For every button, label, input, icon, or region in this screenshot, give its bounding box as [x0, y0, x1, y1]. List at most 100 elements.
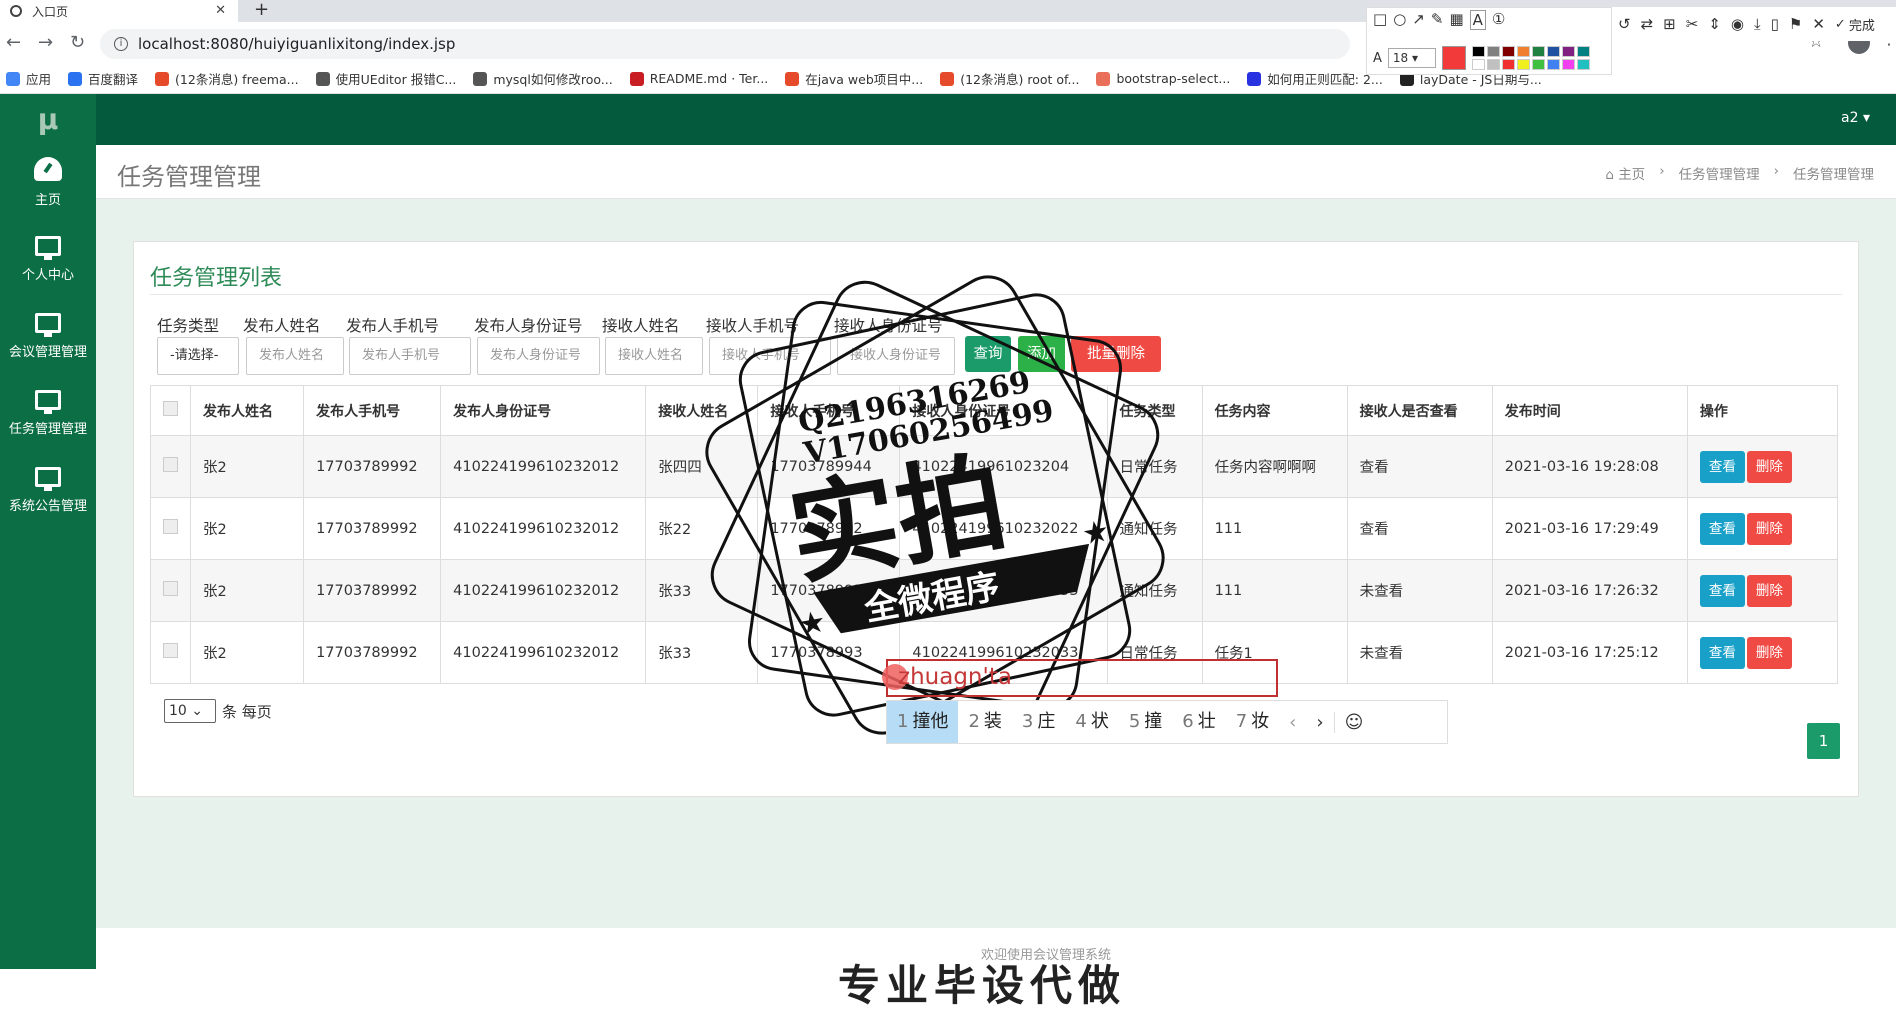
- color-swatch[interactable]: [1576, 59, 1590, 70]
- filter-input[interactable]: 发布人身份证号: [477, 337, 600, 375]
- site-info-icon[interactable]: i: [114, 37, 128, 51]
- delete-button[interactable]: 删除: [1746, 574, 1792, 607]
- font-size-select[interactable]: 18 ▾: [1387, 48, 1436, 68]
- done-button[interactable]: ✓ 完成: [1835, 15, 1875, 34]
- sidebar-item[interactable]: 会议管理管理: [0, 298, 96, 375]
- color-swatch[interactable]: [1561, 59, 1575, 70]
- color-swatch[interactable]: [1486, 59, 1500, 70]
- ime-candidate[interactable]: 5撞: [1119, 701, 1172, 743]
- number-tool-icon[interactable]: ①: [1492, 10, 1505, 30]
- color-swatch[interactable]: [1501, 59, 1515, 70]
- cancel-icon[interactable]: ✕: [1812, 15, 1825, 33]
- sidebar-item[interactable]: 主页: [0, 144, 96, 221]
- new-tab-icon[interactable]: +: [254, 0, 269, 20]
- row-checkbox[interactable]: [163, 457, 178, 472]
- color-swatch[interactable]: [1516, 46, 1530, 57]
- ellipse-tool-icon[interactable]: ○: [1393, 10, 1406, 30]
- task-type-select[interactable]: -请选择-: [157, 337, 239, 375]
- query-button[interactable]: 查询: [965, 336, 1011, 372]
- text-size-icon: A: [1373, 50, 1382, 66]
- rectangle-tool-icon[interactable]: □: [1373, 10, 1387, 30]
- bookmark-item[interactable]: bootstrap-select...: [1096, 71, 1230, 86]
- text-tool-icon[interactable]: A: [1469, 10, 1486, 30]
- csdn-icon: [940, 71, 955, 86]
- prev-page-icon[interactable]: ‹: [1279, 712, 1306, 733]
- ime-candidate[interactable]: 4状: [1065, 701, 1118, 743]
- filter-input[interactable]: 发布人手机号: [349, 337, 471, 375]
- view-button[interactable]: 查看: [1699, 636, 1745, 669]
- bookmark-icon[interactable]: ⚑: [1789, 15, 1802, 33]
- page-size-select[interactable]: 10 ⌄: [164, 699, 216, 723]
- row-checkbox[interactable]: [163, 643, 178, 658]
- forward-icon[interactable]: →: [38, 32, 53, 53]
- delete-button[interactable]: 删除: [1746, 450, 1792, 483]
- scroll-capture-icon[interactable]: ⇕: [1708, 15, 1721, 33]
- filter-input[interactable]: 发布人姓名: [246, 337, 344, 375]
- breadcrumb-home[interactable]: ⌂ 主页: [1605, 163, 1645, 183]
- back-icon[interactable]: ←: [6, 32, 21, 53]
- select-all-checkbox[interactable]: [163, 401, 178, 416]
- color-swatch[interactable]: [1471, 46, 1485, 57]
- bookmark-item[interactable]: (12条消息) root of...: [940, 69, 1079, 88]
- bookmark-item[interactable]: 使用UEditor 报错C...: [315, 69, 456, 88]
- reload-icon[interactable]: ↻: [70, 32, 85, 53]
- color-swatch[interactable]: [1561, 46, 1575, 57]
- ime-candidate[interactable]: 2装: [958, 701, 1011, 743]
- filter-input[interactable]: 接收人姓名: [605, 337, 703, 375]
- pin-tool-icon[interactable]: ✂: [1686, 15, 1699, 33]
- color-swatch[interactable]: [1501, 46, 1515, 57]
- batch-delete-button[interactable]: 批量删除: [1071, 336, 1161, 372]
- delete-button[interactable]: 删除: [1746, 512, 1792, 545]
- record-icon[interactable]: ◉: [1731, 15, 1744, 33]
- ime-candidate[interactable]: 1 撞他: [887, 701, 959, 743]
- bookmark-item[interactable]: 如何用正则匹配: 2...: [1247, 69, 1383, 88]
- bookmark-item[interactable]: mysql如何修改roo...: [473, 69, 613, 88]
- arrow-tool-icon[interactable]: ↗: [1412, 10, 1425, 30]
- add-button[interactable]: 添加: [1018, 336, 1065, 372]
- bookmark-item[interactable]: (12条消息) freema...: [155, 69, 299, 88]
- breadcrumb-item[interactable]: 任务管理管理: [1679, 163, 1760, 183]
- pagination-page-1[interactable]: 1: [1807, 723, 1840, 759]
- row-checkbox[interactable]: [163, 519, 178, 534]
- user-menu[interactable]: a2 ▾: [1841, 110, 1870, 126]
- color-swatch[interactable]: [1516, 59, 1530, 70]
- filter-input[interactable]: 接收人身份证号: [837, 337, 955, 375]
- row-checkbox[interactable]: [163, 581, 178, 596]
- ime-candidate[interactable]: 3庄: [1012, 701, 1065, 743]
- view-button[interactable]: 查看: [1699, 574, 1745, 607]
- sidebar-item[interactable]: 系统公告管理: [0, 452, 96, 529]
- color-swatch[interactable]: [1531, 46, 1545, 57]
- download-icon[interactable]: ⤓: [1754, 15, 1761, 33]
- bookmark-item[interactable]: 应用: [6, 69, 51, 88]
- color-swatch[interactable]: [1471, 59, 1485, 70]
- filter-input[interactable]: 接收人手机号: [709, 337, 831, 375]
- emoji-icon[interactable]: ☺: [1333, 711, 1374, 733]
- pen-tool-icon[interactable]: ✎: [1431, 10, 1444, 30]
- view-button[interactable]: 查看: [1699, 512, 1745, 545]
- bookmark-item[interactable]: README.md · Ter...: [629, 71, 768, 86]
- close-tab-icon[interactable]: ✕: [215, 3, 226, 18]
- active-color-swatch[interactable]: [1441, 46, 1466, 70]
- bookmark-item[interactable]: 百度翻译: [68, 69, 138, 88]
- color-swatch[interactable]: [1546, 46, 1560, 57]
- app-logo[interactable]: μ: [0, 94, 96, 144]
- color-swatch[interactable]: [1546, 59, 1560, 70]
- color-swatch[interactable]: [1486, 46, 1500, 57]
- ocr-tool-icon[interactable]: ⊞: [1663, 15, 1676, 33]
- next-page-icon[interactable]: ›: [1306, 712, 1333, 733]
- translate-tool-icon[interactable]: ⇄: [1641, 15, 1654, 33]
- delete-button[interactable]: 删除: [1746, 636, 1792, 669]
- ime-candidate[interactable]: 7妆: [1226, 701, 1279, 743]
- url-bar[interactable]: i localhost:8080/huiyiguanlixitong/index…: [100, 29, 1350, 59]
- browser-tab[interactable]: 入口页 ✕: [0, 0, 238, 22]
- bookmark-item[interactable]: 在java web项目中...: [785, 69, 923, 88]
- mosaic-tool-icon[interactable]: ▦: [1449, 10, 1463, 30]
- phone-icon[interactable]: ▯: [1771, 15, 1779, 33]
- sidebar-item[interactable]: 个人中心: [0, 221, 96, 298]
- color-swatch[interactable]: [1531, 59, 1545, 70]
- undo-icon[interactable]: ↺: [1618, 15, 1631, 33]
- view-button[interactable]: 查看: [1699, 450, 1745, 483]
- sidebar-item[interactable]: 任务管理管理: [0, 375, 96, 452]
- ime-candidate[interactable]: 6壮: [1172, 701, 1225, 743]
- color-swatch[interactable]: [1576, 46, 1590, 57]
